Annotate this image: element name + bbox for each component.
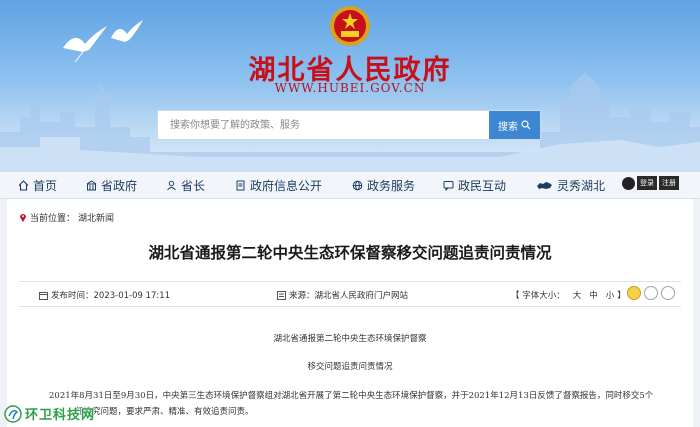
weibo-share-icon[interactable] [627,286,641,300]
nav-item-label: 政务服务 [367,178,416,193]
login-button[interactable]: 登录 [637,176,657,190]
body-heading-line2: 移交问题追责问责情况 [307,362,393,372]
nav-item-label: 政府信息公开 [250,178,323,193]
body-paragraph-line: 任追究问题，要求严肃、精准、有效追责问责。 [75,407,254,417]
nav-item-label: 省长 [181,178,206,193]
body-paragraph-line: 2021年8月31日至9月30日，中央第三生态环境保护督察组对湖北省开展了第二轮… [49,391,654,401]
chat-icon [443,180,454,191]
nav-item-home[interactable]: 首页 [18,172,57,198]
nav-item-government-services[interactable]: 政务服务 [352,172,415,198]
publish-time-text: 发布时间：2023-01-09 17:11 [51,291,171,301]
nav-item-citizen-interaction[interactable]: 政民互动 [443,172,506,198]
wechat-share-icon[interactable] [644,286,658,300]
article-title: 湖北省通报第二轮中央生态环保督察移交问题追责问责情况 [148,244,552,262]
home-icon [18,179,29,191]
breadcrumb: 当前位置： 湖北新闻 [19,211,114,224]
article-body: 湖北省通报第二轮中央生态环境保护督察 移交问题追责问责情况 2021年8月31日… [7,332,693,417]
user-icon [622,176,635,190]
nav-item-government-info[interactable]: 政府信息公开 [235,172,322,198]
breadcrumb-current[interactable]: 湖北新闻 [78,211,114,224]
font-size-label: 【 字体大小： [511,291,565,301]
body-heading-line1: 湖北省通报第二轮中央生态环境保护督察 [273,334,427,344]
nav-item-label: 省政府 [101,178,138,193]
search-icon [521,120,531,130]
source-text: 来源：湖北省人民政府门户网站 [289,291,409,301]
article-panel: 当前位置： 湖北新闻 湖北省通报第二轮中央生态环保督察移交问题追责问责情况 发布… [7,199,693,427]
font-size-medium[interactable]: 中 [589,289,598,301]
nav-item-charming-hubei[interactable]: 灵秀湖北 [536,172,605,198]
font-size-close: 】 [617,291,626,301]
watermark: 环卫科技网 [4,404,95,423]
search-input[interactable] [158,111,490,139]
location-pin-icon [20,214,26,222]
article-meta-bar: 发布时间：2023-01-09 17:11 来源：湖北省人民政府门户网站 【 字… [19,281,681,307]
publish-time: 发布时间：2023-01-09 17:11 [39,289,170,301]
document-icon [236,180,245,190]
globe-icon [352,180,363,190]
search-bar: 搜索 [157,110,541,140]
watermark-logo-icon [4,404,22,423]
article-source: 来源：湖北省人民政府门户网站 [277,289,408,301]
font-size-large[interactable]: 大 [573,289,582,301]
calendar-icon [39,291,48,300]
national-emblem-icon [330,6,370,46]
font-size-control: 【 字体大小： 大 中 小 】 [511,289,626,301]
source-icon [277,290,286,300]
breadcrumb-prefix: 当前位置： [30,214,76,224]
nav-item-province-government[interactable]: 省政府 [86,172,137,198]
nav-item-governor[interactable]: 省长 [166,172,205,198]
nav-item-label: 政民互动 [458,178,507,193]
font-size-small[interactable]: 小 [606,289,615,301]
watermark-text: 环卫科技网 [25,408,96,423]
search-button-label: 搜索 [498,121,518,133]
main-nav: 首页 省政府 省长 政府信息公开 政务服务 政民互动 灵秀湖北 [0,172,700,199]
site-url: WWW.HUBEI.GOV.CN [274,81,426,95]
map-icon [537,181,552,189]
nav-item-label: 首页 [33,178,58,193]
building-icon [86,179,97,190]
login-area: 登录 注册 [622,176,679,190]
register-button[interactable]: 注册 [659,176,679,190]
search-button[interactable]: 搜索 [489,111,540,139]
qq-share-icon[interactable] [661,286,675,300]
nav-item-label: 灵秀湖北 [557,178,606,193]
person-icon [167,180,176,190]
